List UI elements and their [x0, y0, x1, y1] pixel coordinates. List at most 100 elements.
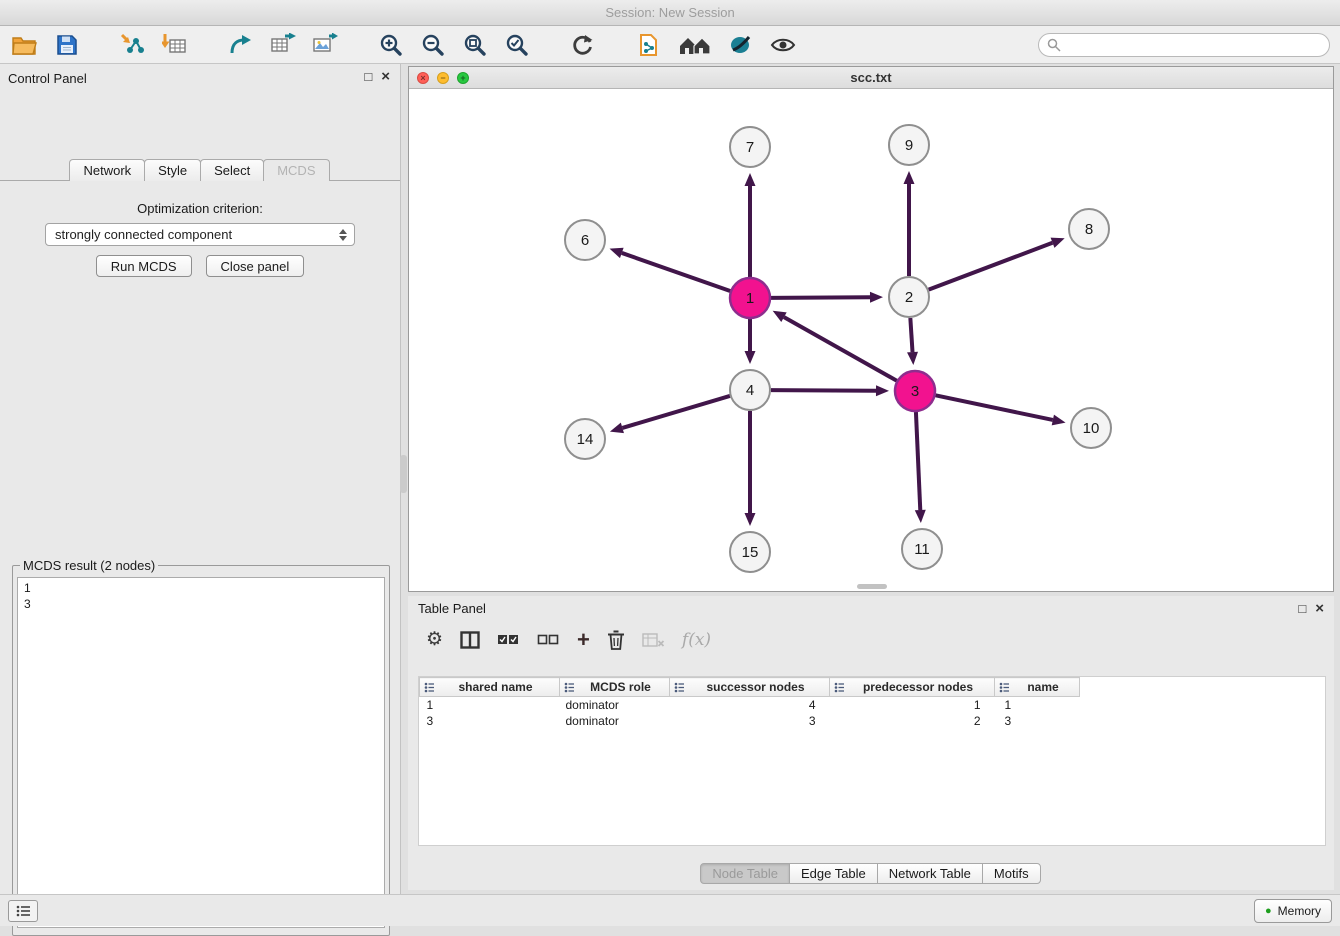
- table-cell: 3: [420, 713, 560, 729]
- graph-edge-arrowhead: [915, 510, 926, 523]
- graph-node-label: 3: [911, 383, 919, 400]
- float-table-panel-icon[interactable]: □: [1298, 602, 1306, 616]
- sort-icon: [999, 682, 1010, 696]
- open-session-button[interactable]: [10, 30, 40, 60]
- tab-select[interactable]: Select: [200, 159, 264, 181]
- result-line: 3: [24, 596, 384, 612]
- tab-motifs[interactable]: Motifs: [982, 863, 1041, 884]
- export-network-button[interactable]: [226, 30, 256, 60]
- export-table-button[interactable]: [268, 30, 298, 60]
- home-button[interactable]: [676, 30, 714, 60]
- tab-network-table[interactable]: Network Table: [877, 863, 983, 884]
- control-panel-tabs: NetworkStyleSelectMCDS: [0, 159, 400, 181]
- export-image-button[interactable]: [310, 30, 340, 60]
- memory-label: Memory: [1278, 904, 1321, 918]
- select-all-columns-button[interactable]: [497, 633, 520, 647]
- style-button[interactable]: [726, 30, 756, 60]
- column-header-shared-name[interactable]: shared name: [420, 678, 560, 697]
- sort-icon: [674, 682, 685, 696]
- graph-edge-3-1[interactable]: [784, 317, 897, 381]
- graph-edge-4-14[interactable]: [622, 396, 729, 428]
- apply-layout-button[interactable]: [568, 30, 598, 60]
- status-bar: ● Memory: [0, 894, 1340, 926]
- table-row[interactable]: 3dominator323: [420, 713, 1080, 729]
- column-header-predecessor-nodes[interactable]: predecessor nodes: [830, 678, 995, 697]
- import-network-button[interactable]: [118, 30, 148, 60]
- graph-edge-1-2[interactable]: [771, 297, 870, 298]
- deselect-all-columns-button[interactable]: [537, 633, 560, 647]
- optimization-criterion-label: Optimization criterion:: [0, 201, 400, 216]
- network-window-title-bar[interactable]: × − + scc.txt: [409, 67, 1333, 89]
- show-details-button[interactable]: [768, 30, 798, 60]
- horizontal-scrollbar[interactable]: [857, 584, 887, 589]
- minimize-window-button[interactable]: −: [437, 72, 449, 84]
- criterion-value: strongly connected component: [55, 227, 336, 242]
- mcds-result-box: MCDS result (2 nodes) 13: [12, 558, 390, 936]
- memory-status-dot: ●: [1265, 906, 1272, 917]
- save-session-button[interactable]: [52, 30, 82, 60]
- column-header-successor-nodes[interactable]: successor nodes: [670, 678, 830, 697]
- graph-edge-3-10[interactable]: [936, 395, 1053, 420]
- graph-node-label: 6: [581, 232, 589, 249]
- close-window-button[interactable]: ×: [417, 72, 429, 84]
- panel-menu-button[interactable]: [8, 900, 38, 922]
- graph-node-label: 7: [746, 139, 754, 156]
- graph-node-label: 2: [905, 289, 913, 306]
- tab-mcds[interactable]: MCDS: [263, 159, 329, 181]
- graph-edge-arrowhead: [1052, 415, 1066, 426]
- graph-edge-4-3[interactable]: [771, 390, 876, 391]
- graph-edge-arrowhead: [1051, 238, 1065, 248]
- memory-button[interactable]: ● Memory: [1254, 899, 1332, 923]
- column-header-mcds-role[interactable]: MCDS role: [560, 678, 670, 697]
- tab-style[interactable]: Style: [144, 159, 201, 181]
- close-panel-icon[interactable]: ×: [381, 70, 390, 84]
- import-table-button[interactable]: [160, 30, 190, 60]
- graph-edge-2-8[interactable]: [929, 243, 1053, 290]
- network-overview-button[interactable]: [634, 30, 664, 60]
- show-columns-button[interactable]: [460, 631, 480, 649]
- network-graph[interactable]: 1234678910111415: [409, 89, 1333, 591]
- graph-node-label: 11: [914, 541, 930, 558]
- column-header-name[interactable]: name: [995, 678, 1080, 697]
- search-input[interactable]: [1067, 38, 1321, 52]
- window-title-bar[interactable]: Session: New Session: [0, 0, 1340, 26]
- zoom-out-button[interactable]: [418, 30, 448, 60]
- float-panel-icon[interactable]: □: [364, 70, 372, 84]
- delete-table-button[interactable]: [642, 632, 665, 648]
- node-table: shared nameMCDS rolesuccessor nodesprede…: [418, 676, 1326, 846]
- graph-node-label: 8: [1085, 221, 1093, 238]
- import-table-icon: [162, 33, 188, 57]
- panel-splitter[interactable]: [400, 455, 407, 493]
- criterion-dropdown[interactable]: strongly connected component: [45, 223, 355, 246]
- graph-edge-3-11[interactable]: [916, 412, 920, 510]
- page-share-icon: [637, 33, 661, 57]
- zoom-fit-button[interactable]: [460, 30, 490, 60]
- graph-node-label: 1: [746, 290, 754, 307]
- close-panel-button[interactable]: Close panel: [206, 255, 305, 277]
- table-row[interactable]: 1dominator411: [420, 697, 1080, 713]
- delete-column-button[interactable]: [607, 630, 625, 650]
- graph-edge-1-6[interactable]: [622, 253, 730, 291]
- table-cell: dominator: [560, 713, 670, 729]
- graph-edge-arrowhead: [745, 513, 756, 526]
- run-mcds-button[interactable]: Run MCDS: [96, 255, 192, 277]
- import-network-icon: [120, 33, 146, 57]
- function-builder-button[interactable]: f(x): [682, 630, 711, 650]
- table-settings-button[interactable]: ⚙: [426, 630, 443, 650]
- graph-edge-arrowhead: [745, 173, 756, 186]
- zoom-selected-button[interactable]: [502, 30, 532, 60]
- tab-node-table[interactable]: Node Table: [700, 863, 790, 884]
- tab-network[interactable]: Network: [69, 159, 145, 181]
- close-table-panel-icon[interactable]: ×: [1315, 602, 1324, 616]
- mcds-result-content[interactable]: 13: [17, 577, 385, 928]
- search-box[interactable]: [1038, 33, 1330, 57]
- zoom-window-button[interactable]: +: [457, 72, 469, 84]
- graph-edge-arrowhead: [610, 248, 624, 258]
- columns-icon: [460, 631, 480, 649]
- tab-edge-table[interactable]: Edge Table: [789, 863, 878, 884]
- graph-edge-2-3[interactable]: [910, 318, 912, 352]
- zoom-in-button[interactable]: [376, 30, 406, 60]
- list-icon: [16, 905, 31, 917]
- control-panel-header: Control Panel □ ×: [0, 64, 400, 92]
- add-column-button[interactable]: +: [577, 630, 590, 650]
